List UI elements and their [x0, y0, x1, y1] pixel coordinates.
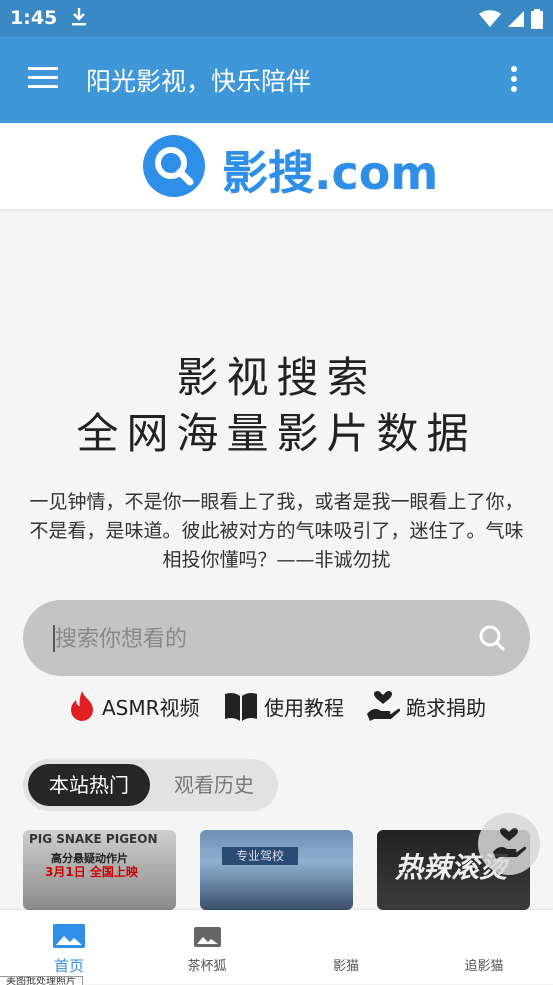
poster-sign-text: 专业驾校 — [222, 847, 298, 865]
donate-hand-icon — [493, 827, 526, 859]
donate-link-label: 跪求捐助 — [406, 695, 486, 720]
quick-links: ASMR视频 使用教程 跪求捐助 — [0, 688, 553, 728]
tutorial-link-label: 使用教程 — [264, 695, 344, 720]
nav-zhuiyingmao-label: 追影猫 — [464, 959, 504, 974]
poster-card[interactable]: 专业驾校 — [200, 830, 353, 910]
donate-link[interactable]: 跪求捐助 — [366, 688, 486, 724]
image-icon — [53, 924, 85, 952]
hero-subtitle: 全网海量影片数据 — [76, 409, 477, 458]
menu-icon[interactable] — [28, 67, 58, 91]
bottom-navigation: 首页 茶杯狐 影猫 追影猫 — [0, 910, 553, 984]
nav-yingmao[interactable]: 影猫 — [277, 910, 415, 984]
nav-home[interactable]: 首页 — [0, 910, 138, 984]
status-bar: 1:45 — [0, 0, 553, 37]
poster-top-text: PIG SNAKE PIGEON — [29, 832, 158, 846]
wifi-icon — [479, 10, 501, 27]
content-tabs: 本站热门 观看历史 — [23, 759, 278, 811]
tab-hot[interactable]: 本站热门 — [28, 764, 150, 806]
asmr-link-label: ASMR视频 — [102, 695, 200, 720]
nav-yingmao-label: 影猫 — [332, 959, 359, 974]
logo-banner: 影搜.com — [0, 123, 553, 209]
signal-icon — [508, 11, 524, 27]
search-icon[interactable] — [478, 624, 506, 656]
more-options-icon[interactable] — [511, 66, 517, 96]
nav-chabeihu-label: 茶杯狐 — [187, 959, 227, 974]
donate-icon — [367, 690, 400, 721]
search-logo-icon — [143, 135, 205, 201]
hero-title: 影视搜索 — [176, 353, 377, 402]
floating-donate-button[interactable] — [478, 813, 540, 875]
tab-history[interactable]: 观看历史 — [155, 764, 273, 806]
book-icon — [225, 692, 257, 721]
nav-home-label: 首页 — [53, 957, 84, 975]
poster-row: PIG SNAKE PIGEON 高分悬疑动作片 3月1日 全国上映 专业驾校 … — [0, 830, 553, 910]
asmr-link[interactable]: ASMR视频 — [68, 688, 200, 724]
fire-icon — [71, 691, 93, 721]
quote-text: 一见钟情，不是你一眼看上了我，或者是我一眼看上了你，不是看，是味道。彼此被对方的… — [29, 491, 524, 571]
app-title: 阳光影视，快乐陪伴 — [86, 67, 312, 96]
search-input[interactable] — [53, 615, 477, 663]
app-bar: 阳光影视，快乐陪伴 — [0, 37, 553, 123]
battery-icon — [531, 9, 543, 29]
system-icons — [479, 9, 543, 29]
search-bar — [23, 600, 530, 676]
nav-chabeihu[interactable]: 茶杯狐 — [138, 910, 276, 984]
image-icon — [194, 927, 221, 951]
download-icon — [70, 7, 88, 31]
nav-zhuiyingmao[interactable]: 追影猫 — [415, 910, 553, 984]
tutorial-link[interactable]: 使用教程 — [224, 688, 344, 724]
poster-card[interactable]: PIG SNAKE PIGEON 高分悬疑动作片 3月1日 全国上映 — [23, 830, 176, 910]
status-time: 1:45 — [10, 7, 58, 29]
poster-release-date: 3月1日 全国上映 — [45, 865, 138, 879]
logo-text: 影搜.com — [222, 146, 439, 200]
